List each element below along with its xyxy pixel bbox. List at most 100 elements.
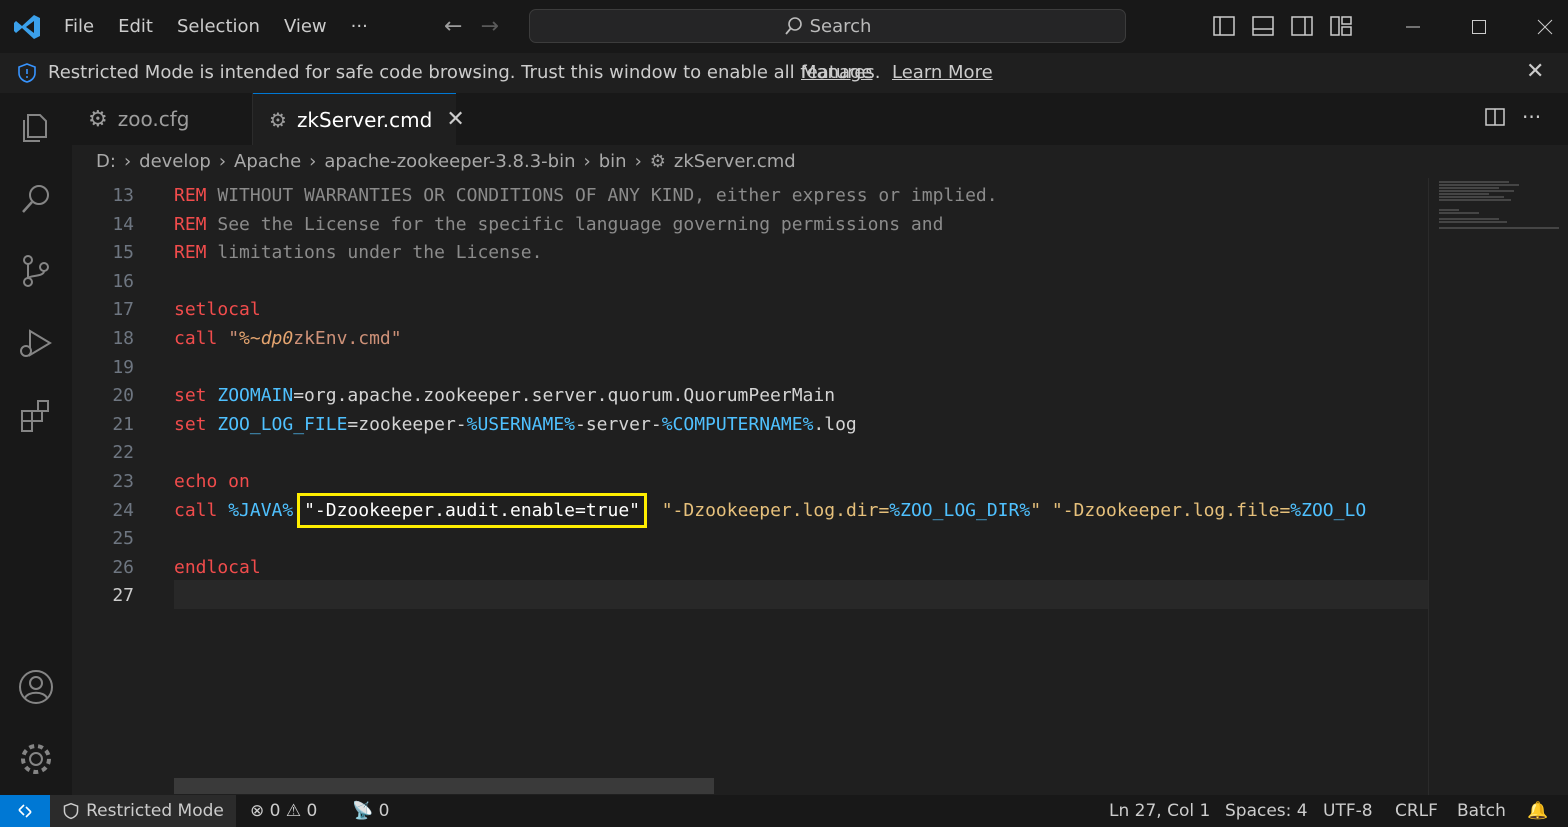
run-debug-icon[interactable]	[16, 323, 56, 363]
code-token: %ZOO_LOG_DIR%	[889, 499, 1031, 521]
tab-zoo-cfg[interactable]: ⚙ zoo.cfg	[72, 93, 253, 145]
indentation-status[interactable]: Spaces: 4	[1225, 801, 1308, 821]
menu-file[interactable]: File	[52, 0, 106, 53]
code-line: 25	[72, 525, 1428, 553]
code-line: 15 REM limitations under the License.	[72, 239, 1428, 267]
source-control-icon[interactable]	[16, 251, 56, 291]
manage-link[interactable]: Manage	[801, 62, 873, 83]
learn-more-link[interactable]: Learn More	[892, 62, 993, 83]
highlighted-audit-flag: "-Dzookeeper.audit.enable=true"	[297, 492, 648, 528]
code-line: 24 call %JAVA% "-Dzookeeper.audit.enable=…	[72, 492, 1428, 528]
customize-layout-icon[interactable]	[1329, 14, 1353, 38]
code-token: ZOOMAIN	[217, 385, 294, 407]
close-tab-icon[interactable]: ✕	[446, 107, 464, 132]
breadcrumb-develop[interactable]: develop	[139, 151, 211, 172]
encoding-status[interactable]: UTF-8	[1323, 801, 1373, 821]
eol-status[interactable]: CRLF	[1395, 801, 1438, 821]
code-token: set	[174, 413, 207, 435]
code-token: "-Dzookeeper.log.file=	[1051, 499, 1291, 521]
code-token: %ZOO_LO	[1290, 499, 1367, 521]
breadcrumb-apache[interactable]: Apache	[234, 151, 301, 172]
code-token: "	[1030, 499, 1042, 521]
activity-bar	[0, 93, 72, 795]
line-number: 24	[112, 499, 134, 521]
close-window-icon[interactable]	[1512, 0, 1568, 53]
toggle-primary-sidebar-icon[interactable]	[1212, 14, 1236, 38]
notifications-bell-icon[interactable]: 🔔	[1527, 801, 1548, 821]
chevron-right-icon: ›	[123, 151, 132, 172]
ports-status[interactable]: 📡 0	[352, 801, 389, 821]
code-token: =zookeeper-	[347, 413, 467, 435]
minimize-icon[interactable]	[1380, 0, 1446, 53]
split-editor-icon[interactable]	[1484, 106, 1506, 133]
line-number: 14	[112, 213, 134, 235]
line-code: set ZOOMAIN=org.apache.zookeeper.server.…	[174, 382, 835, 410]
shield-icon	[63, 802, 79, 820]
breadcrumb-zookeeper[interactable]: apache-zookeeper-3.8.3-bin	[324, 151, 575, 172]
tab-zkserver-cmd[interactable]: ⚙ zkServer.cmd ✕	[253, 93, 465, 145]
problems-status[interactable]: ⊗ 0 ⚠ 0	[250, 801, 317, 821]
maximize-icon[interactable]	[1446, 0, 1512, 53]
explorer-icon[interactable]	[16, 107, 56, 147]
line-code: endlocal	[174, 554, 261, 582]
code-token: REM	[174, 185, 207, 206]
toggle-secondary-sidebar-icon[interactable]	[1290, 14, 1314, 38]
account-icon[interactable]	[16, 667, 56, 707]
banner-close-icon[interactable]: ✕	[1526, 59, 1544, 84]
code-line: 18 call "%~dp0zkEnv.cmd"	[72, 325, 1428, 353]
code-editor[interactable]: 13 REM WITHOUT WARRANTIES OR CONDITIONS O…	[72, 178, 1428, 795]
line-number: 25	[112, 528, 134, 550]
menu-edit[interactable]: Edit	[106, 0, 165, 53]
editor-actions: ···	[1484, 106, 1541, 133]
minimap[interactable]	[1428, 178, 1568, 795]
breadcrumb-bin[interactable]: bin	[599, 151, 627, 172]
search-label: Search	[809, 15, 872, 37]
forward-arrow-icon[interactable]: →	[480, 14, 498, 39]
command-center-search[interactable]: Search	[529, 9, 1126, 43]
search-icon	[784, 17, 802, 35]
breadcrumb-drive[interactable]: D:	[96, 151, 116, 172]
settings-gear-icon[interactable]	[16, 739, 56, 779]
language-mode-status[interactable]: Batch	[1457, 801, 1506, 821]
toggle-panel-icon[interactable]	[1251, 14, 1275, 38]
window-controls	[1380, 0, 1568, 53]
minimap-preview	[1439, 181, 1559, 229]
restricted-mode-banner: Restricted Mode is intended for safe cod…	[0, 53, 1568, 93]
cursor-position[interactable]: Ln 27, Col 1	[1109, 801, 1210, 821]
line-number: 18	[112, 328, 134, 349]
remote-icon[interactable]	[0, 795, 50, 827]
code-token: set	[174, 385, 207, 407]
code-token: "	[228, 328, 240, 349]
gears-icon: ⚙	[649, 151, 666, 172]
code-token: WITHOUT WARRANTIES OR CONDITIONS OF ANY …	[206, 185, 998, 206]
restricted-mode-label: Restricted Mode	[86, 801, 224, 821]
horizontal-scrollbar[interactable]	[174, 778, 714, 794]
breadcrumb: D: › develop › Apache › apache-zookeeper…	[72, 145, 1568, 178]
code-line: 21 set ZOO_LOG_FILE=zookeeper-%USERNAME%-…	[72, 411, 1428, 439]
breadcrumb-file[interactable]: zkServer.cmd	[674, 151, 796, 172]
line-number: 15	[112, 242, 134, 264]
search-sidebar-icon[interactable]	[16, 179, 56, 219]
warning-icon: ⚠	[285, 801, 302, 821]
broadcast-icon: 📡	[352, 801, 374, 821]
code-line: 20 set ZOOMAIN=org.apache.zookeeper.serve…	[72, 382, 1428, 410]
menu-selection[interactable]: Selection	[165, 0, 272, 53]
back-arrow-icon[interactable]: ←	[444, 14, 462, 39]
code-line: 14 REM See the License for the specific l…	[72, 211, 1428, 239]
code-token: %~dp0	[239, 328, 294, 349]
restricted-mode-status[interactable]: Restricted Mode	[50, 795, 236, 827]
chevron-right-icon: ›	[309, 151, 317, 172]
extensions-icon[interactable]	[16, 395, 56, 435]
line-number: 13	[112, 185, 134, 206]
menu-more[interactable]: ···	[339, 0, 380, 53]
menu-view[interactable]: View	[272, 0, 339, 53]
line-code: call %JAVA% "-Dzookeeper.audit.enable=tr…	[174, 492, 1367, 528]
more-actions-icon[interactable]: ···	[1522, 106, 1541, 133]
chevron-right-icon: ›	[218, 151, 227, 172]
vscode-logo-icon	[14, 15, 40, 39]
code-line: 26 endlocal	[72, 554, 1428, 582]
code-line: 23 echo on	[72, 468, 1428, 496]
